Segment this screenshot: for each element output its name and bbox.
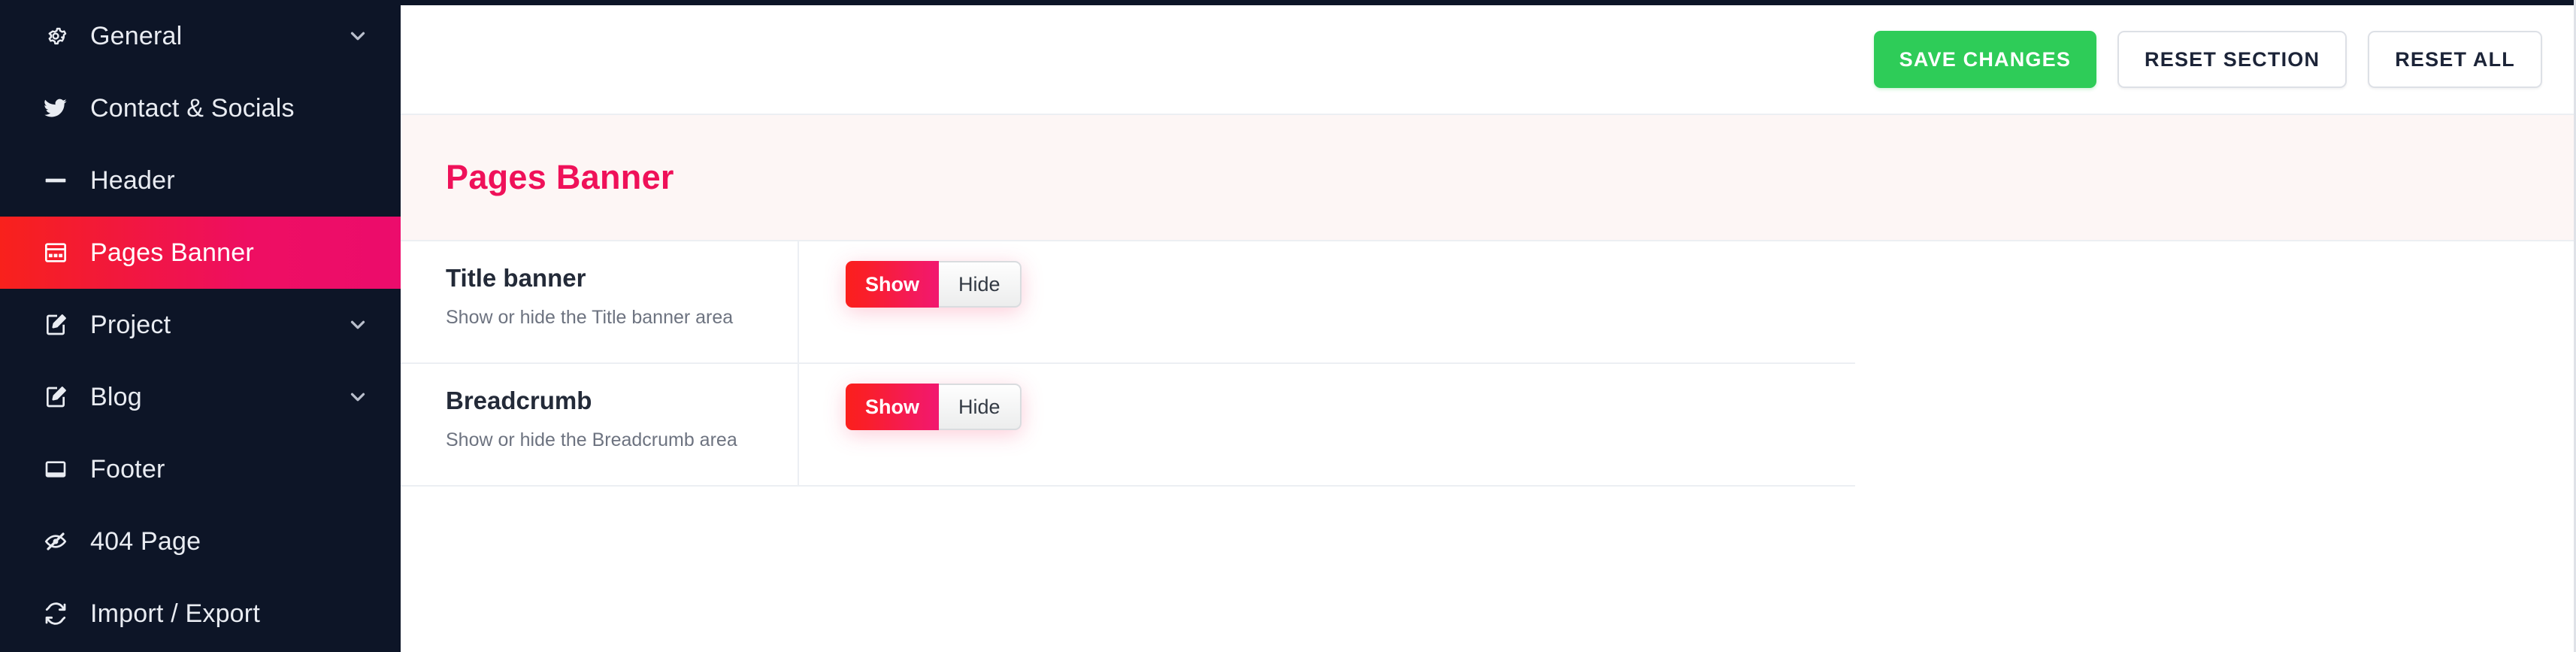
edit-document-icon: [44, 313, 77, 337]
reset-all-button[interactable]: RESET ALL: [2368, 31, 2542, 88]
setting-label-block: Title banner Show or hide the Title bann…: [401, 241, 799, 364]
setting-row-breadcrumb: Breadcrumb Show or hide the Breadcrumb a…: [401, 364, 2574, 487]
sidebar-item-project[interactable]: Project: [0, 289, 401, 361]
hide-toggle-button[interactable]: Hide: [939, 384, 1022, 430]
sidebar-item-header[interactable]: Header: [0, 144, 401, 217]
setting-title: Breadcrumb: [446, 387, 592, 414]
sidebar-item-404-page[interactable]: 404 Page: [0, 505, 401, 578]
sidebar-item-label: Blog: [90, 382, 142, 411]
sidebar-item-footer[interactable]: Footer: [0, 433, 401, 505]
sync-arrows-icon: [44, 602, 77, 626]
save-changes-button[interactable]: SAVE CHANGES: [1873, 31, 2097, 88]
setting-description: Show or hide the Title banner area: [446, 307, 734, 329]
sidebar: General Contact & Socials Header Pages B…: [0, 0, 401, 652]
banner-layout-icon: [44, 241, 77, 265]
settings-rows: Title banner Show or hide the Title bann…: [401, 241, 2574, 652]
action-toolbar: SAVE CHANGES RESET SECTION RESET ALL: [401, 5, 2574, 114]
twitter-bird-icon: [44, 96, 77, 120]
sidebar-item-pages-banner[interactable]: Pages Banner: [0, 217, 401, 289]
setting-description: Show or hide the Breadcrumb area: [446, 429, 737, 451]
sidebar-item-label: Pages Banner: [90, 238, 254, 267]
setting-label-block: Breadcrumb Show or hide the Breadcrumb a…: [401, 364, 799, 487]
hide-toggle-button[interactable]: Hide: [939, 261, 1022, 308]
show-hide-toggle-group: Show Hide: [846, 384, 1022, 430]
setting-title: Title banner: [446, 264, 586, 292]
setting-row-title-banner: Title banner Show or hide the Title bann…: [401, 241, 2574, 364]
chevron-down-icon[interactable]: [347, 314, 369, 336]
sidebar-item-label: 404 Page: [90, 526, 201, 556]
gear-icon: [44, 24, 77, 48]
sidebar-item-label: Contact & Socials: [90, 93, 295, 123]
sidebar-item-label: Footer: [90, 454, 165, 484]
sidebar-item-label: Header: [90, 165, 175, 195]
main-content: SAVE CHANGES RESET SECTION RESET ALL Pag…: [401, 0, 2576, 652]
footer-window-icon: [44, 457, 77, 481]
section-header-band: Pages Banner: [401, 114, 2574, 241]
sidebar-item-blog[interactable]: Blog: [0, 361, 401, 433]
show-hide-toggle-group: Show Hide: [846, 261, 1022, 308]
eye-slash-icon: [44, 529, 77, 553]
sidebar-item-contact-socials[interactable]: Contact & Socials: [0, 72, 401, 144]
edit-document-icon: [44, 385, 77, 409]
app-root: General Contact & Socials Header Pages B…: [0, 0, 2576, 652]
top-accent-strip: [401, 0, 2574, 5]
sidebar-item-label: Project: [90, 310, 171, 339]
chevron-down-icon[interactable]: [347, 386, 369, 408]
page-title: Pages Banner: [446, 158, 674, 196]
setting-control-block: Show Hide: [799, 241, 2574, 364]
header-bar-icon: [44, 168, 77, 193]
show-toggle-button[interactable]: Show: [846, 261, 939, 308]
sidebar-item-general[interactable]: General: [0, 0, 401, 72]
sidebar-item-import-export[interactable]: Import / Export: [0, 578, 401, 650]
chevron-down-icon[interactable]: [347, 25, 369, 47]
sidebar-item-label: General: [90, 21, 183, 50]
sidebar-item-label: Import / Export: [90, 599, 260, 628]
show-toggle-button[interactable]: Show: [846, 384, 939, 430]
setting-control-block: Show Hide: [799, 364, 2574, 487]
reset-section-button[interactable]: RESET SECTION: [2117, 31, 2347, 88]
